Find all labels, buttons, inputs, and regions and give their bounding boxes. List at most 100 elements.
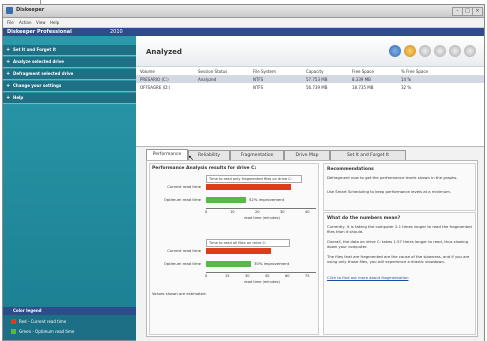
group2-improvement: 30% improvement [254,261,290,266]
sidebar-item-settings[interactable]: + Change your settings [3,81,136,92]
refresh-icon[interactable] [449,45,461,57]
settings-icon[interactable] [419,45,431,57]
cell-volume: PRESARIO (C:) [140,77,169,82]
column-header-capacity[interactable]: Capacity [306,69,323,74]
expand-icon: + [6,83,11,89]
sidebar: + Set It and Forget It + Analyze selecte… [3,36,136,340]
app-icon [6,7,13,14]
tab-reliability[interactable]: Reliability [188,150,230,160]
group1-current-bar [206,184,291,190]
estimate-note: Values shown are estimated. [152,291,207,296]
expand-icon: + [6,71,11,77]
performance-panel: Performance Analysis results for drive C… [146,160,478,337]
numbers-text: The files that are fragmented are the ca… [327,254,470,264]
current-read-time-label: Current read time [167,248,201,253]
edition-name: Diskeeper Professional [7,29,72,35]
edition-version: 2010 [110,29,123,35]
sidebar-item-defragment[interactable]: + Defragment selected drive [3,69,136,80]
menu-view[interactable]: View [36,20,46,25]
cell-capacity: 57.753 MB [306,77,328,82]
help-icon[interactable] [434,45,446,57]
axis-tick-label: 20 [255,210,260,214]
recommendations-text: Use Smart Scheduling to keep performance… [327,189,452,194]
group1-caption: Time to read only fragmented files on dr… [206,175,302,183]
optimum-read-time-label: Optimum read time [163,197,201,202]
sidebar-item-set-it-and-forget-it[interactable]: + Set It and Forget It [3,45,136,56]
recommendations-title: Recommendations [327,167,374,172]
axis-tick-label: 45 [265,274,270,278]
fragmentation-info-link[interactable]: Click to find out more about fragmentati… [327,275,408,280]
numbers-title: What do the numbers mean? [327,216,401,221]
expand-icon: + [6,47,11,53]
cell-status: Analyzed [198,77,217,82]
tab-fragmentation[interactable]: Fragmentation [230,150,284,160]
cell-capacity: 56.739 MB [306,85,328,90]
sidebar-item-label: Analyze selected drive [13,59,65,64]
group2-optimum-bar [206,261,251,267]
sidebar-item-analyze[interactable]: + Analyze selected drive [3,57,136,68]
column-header-volume[interactable]: Volume [140,69,155,74]
menu-file[interactable]: File [7,20,14,25]
column-header-status[interactable]: Session Status [198,69,227,74]
table-row[interactable]: PRESARIO (C:) Analyzed NTFS 57.753 MB 8.… [136,76,484,83]
expand-icon: + [6,59,11,65]
group2-current-bar [206,248,271,254]
group1-improvement: 52% improvement [249,197,285,202]
axis-tick-label: 40 [305,210,310,214]
cell-volume: OFFSAGRE (D:) [140,85,171,90]
app-window: Diskeeper – □ × File Action View Help Di… [2,4,485,341]
optimum-read-time-label: Optimum read time [163,261,201,266]
main-header: Analyzed [136,36,484,67]
axis-tick-label: 75 [305,274,310,278]
close-button[interactable]: × [472,7,483,16]
legend-label: Green - Optimum read time [19,329,75,334]
sidebar-item-label: Change your settings [13,83,62,88]
defrag-icon[interactable] [404,45,416,57]
main-content: Analyzed Volume Session Status File Syst… [136,36,484,341]
axis-tick-label: 15 [225,274,230,278]
axis-tick-label: 10 [230,210,235,214]
tab-performance[interactable]: Performance [146,149,188,160]
group2-axis-title: read time (minutes) [244,280,280,284]
group1-axis-title: read time (minutes) [244,216,280,220]
title-bar: Diskeeper – □ × [3,5,484,18]
tab-set-it-and-forget-it[interactable]: Set It and Forget It [330,150,406,160]
legend-label: Red - Current read time [19,319,67,324]
recommendations-text: Defragment now to get the performance le… [327,175,458,180]
mouse-cursor-icon: ↖ [188,154,194,162]
group2-axis [206,272,316,273]
volume-table: Volume Session Status File System Capaci… [136,68,484,146]
cell-filesystem: NTFS [253,77,264,82]
current-read-time-label: Current read time [167,184,201,189]
info-column: Recommendations Defragment now to get th… [323,163,476,335]
group2-caption: Time to read all files on drive C: [206,239,290,247]
cell-free-space: 18.735 MB [352,85,374,90]
sidebar-item-label: Defragment selected drive [13,71,74,76]
group1-optimum-bar [206,197,246,203]
red-swatch [11,319,16,324]
drive-icon[interactable] [389,45,401,57]
menu-help[interactable]: Help [50,20,59,25]
group1-axis [206,208,316,209]
column-header-filesystem[interactable]: File System [253,69,276,74]
cell-filesystem: NTFS [253,85,264,90]
sidebar-item-label: Help [13,95,24,100]
info-icon[interactable] [464,45,476,57]
color-legend: Color legend Red - Current read time Gre… [3,307,136,340]
sidebar-item-help[interactable]: + Help [3,93,136,104]
menu-action[interactable]: Action [19,20,32,25]
color-legend-title: Color legend [13,308,42,313]
recommendations-box: Recommendations Defragment now to get th… [323,163,476,211]
window-title: Diskeeper [16,7,45,13]
color-legend-header[interactable]: Color legend [3,307,136,315]
performance-chart-box: Performance Analysis results for drive C… [149,163,319,335]
column-header-percent-free[interactable]: % Free Space [401,69,428,74]
axis-tick-label: 30 [245,274,250,278]
cell-percent-free: 14 % [401,77,412,82]
table-row[interactable]: OFFSAGRE (D:) NTFS 56.739 MB 18.735 MB 3… [136,84,484,91]
column-header-free-space[interactable]: Free Space [352,69,374,74]
page-title: Analyzed [146,48,182,56]
numbers-box: What do the numbers mean? Currently, it … [323,212,476,335]
cell-free-space: 8.339 MB [352,77,371,82]
tab-drive-map[interactable]: Drive Map [284,150,330,160]
